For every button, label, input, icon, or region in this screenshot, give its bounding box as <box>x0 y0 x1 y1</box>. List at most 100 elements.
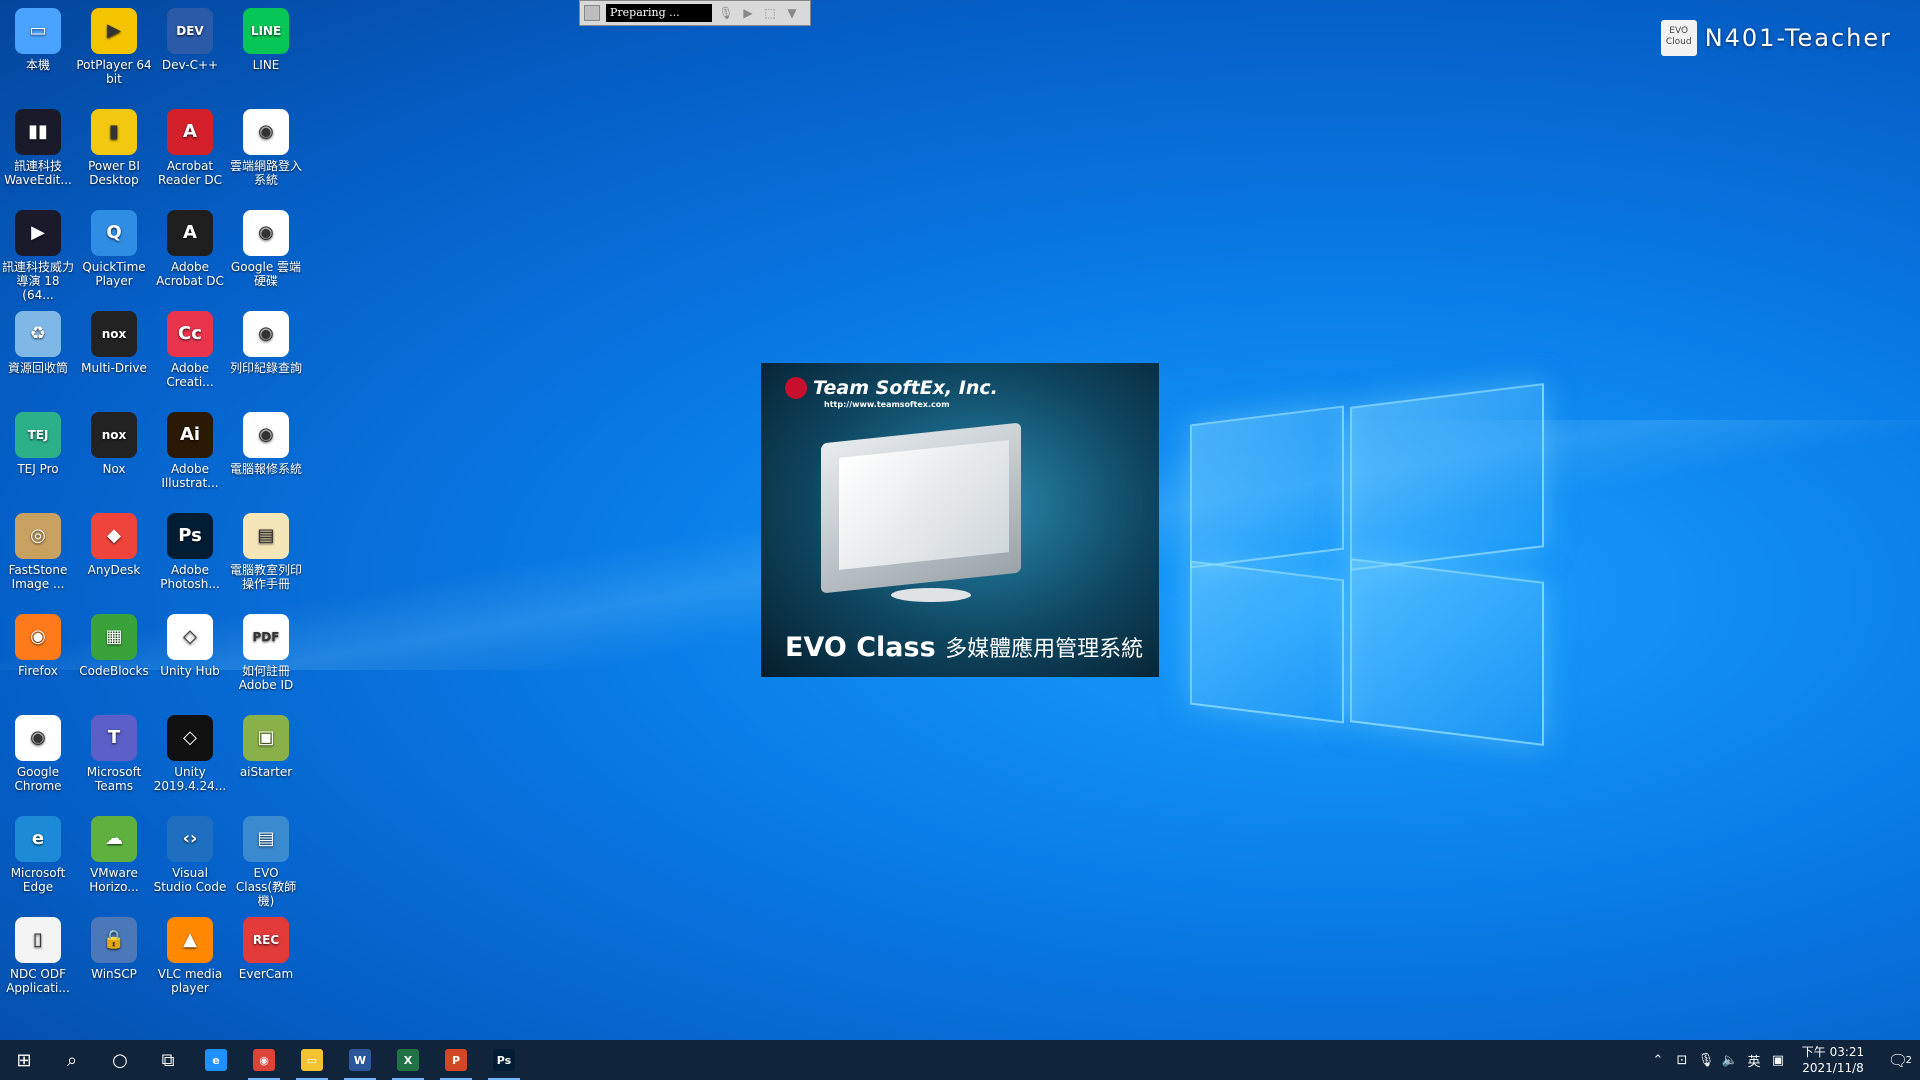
desktop-icon[interactable]: ◉ Google Chrome <box>0 709 76 807</box>
task-view-icon: ⧉ <box>161 1049 175 1071</box>
desktop-icon-label: Unity 2019.4.24... <box>153 765 227 793</box>
desktop-icon[interactable]: Ai Adobe Illustrat... <box>152 406 228 504</box>
desktop-icon[interactable]: DEV Dev-C++ <box>152 2 228 100</box>
desktop-icon[interactable]: ▮▮ 訊連科技 WaveEdit... <box>0 103 76 201</box>
taskbar-word-button[interactable]: W <box>336 1040 384 1080</box>
ime-mode-icon[interactable]: ▣ <box>1766 1053 1790 1068</box>
volume-icon[interactable]: 🔈 <box>1718 1053 1742 1068</box>
desktop-icon[interactable]: T Microsoft Teams <box>76 709 152 807</box>
desktop-icon[interactable]: ◇ Unity 2019.4.24... <box>152 709 228 807</box>
desktop-icon[interactable]: nox Multi-Drive <box>76 305 152 403</box>
desktop-icon[interactable]: Cc Adobe Creati... <box>152 305 228 403</box>
desktop-icon[interactable]: ◉ 列印紀錄查詢 <box>228 305 304 403</box>
network-icon[interactable]: ⊡ <box>1670 1053 1694 1068</box>
desktop-icon-label: QuickTime Player <box>82 260 146 288</box>
taskbar-excel-button[interactable]: X <box>384 1040 432 1080</box>
app-icon: ◉ <box>243 210 289 256</box>
desktop-icon[interactable]: ▮ Power BI Desktop <box>76 103 152 201</box>
desktop-icon[interactable]: ▯ NDC ODF Applicati... <box>0 911 76 1009</box>
desktop-icon-label: Visual Studio Code <box>153 866 227 894</box>
taskbar-chrome-button[interactable]: ◉ <box>240 1040 288 1080</box>
desktop-icon[interactable]: ◉ 雲端網路登入系統 <box>228 103 304 201</box>
desktop-icon-label: FastStone Image ... <box>8 563 68 591</box>
app-icon: ◉ <box>15 614 61 660</box>
clock[interactable]: 下午 03:21 2021/11/8 <box>1790 1044 1876 1076</box>
app-icon: ◉ <box>243 412 289 458</box>
desktop-icon[interactable]: 🔒 WinSCP <box>76 911 152 1009</box>
desktop-icon[interactable]: Ps Adobe Photosh... <box>152 507 228 605</box>
desktop-icon[interactable]: ◉ Google 雲端硬碟 <box>228 204 304 302</box>
desktop-icon-label: 訊連科技 WaveEdit... <box>4 159 72 187</box>
desktop-icon[interactable]: ◎ FastStone Image ... <box>0 507 76 605</box>
desktop-icon[interactable]: ◇ Unity Hub <box>152 608 228 706</box>
desktop-icon[interactable]: ▣ aiStarter <box>228 709 304 807</box>
splash-title-zh: 多媒體應用管理系統 <box>945 637 1144 662</box>
desktop-icon[interactable]: ▶ PotPlayer 64 bit <box>76 2 152 100</box>
desktop-icon[interactable]: A Acrobat Reader DC <box>152 103 228 201</box>
app-icon: ▮▮ <box>15 109 61 155</box>
desktop-icon-label: NDC ODF Applicati... <box>6 967 70 995</box>
taskbar-explorer-button[interactable]: ▭ <box>288 1040 336 1080</box>
desktop-icon[interactable]: ◉ 電腦報修系統 <box>228 406 304 504</box>
photoshop-icon: Ps <box>493 1049 515 1071</box>
desktop-icon-label: Adobe Acrobat DC <box>156 260 224 288</box>
taskbar-cortana-button[interactable]: ○ <box>96 1040 144 1080</box>
desktop-icon[interactable]: ◆ AnyDesk <box>76 507 152 605</box>
desktop-icon[interactable]: ▤ EVO Class(教師機) <box>228 810 304 908</box>
desktop-icon-label: Google 雲端硬碟 <box>230 260 302 288</box>
desktop-icon[interactable]: TEJ TEJ Pro <box>0 406 76 504</box>
machine-label: EVO Cloud N401-Teacher <box>1660 20 1892 56</box>
app-icon: ▮ <box>91 109 137 155</box>
ime-indicator[interactable]: 英 <box>1742 1051 1766 1070</box>
desktop-icon-label: 雲端網路登入系統 <box>229 159 302 187</box>
taskbar-photoshop-button[interactable]: Ps <box>480 1040 528 1080</box>
desktop-icon-label: Multi-Drive <box>81 361 147 375</box>
app-icon: A <box>167 210 213 256</box>
taskbar-powerpoint-button[interactable]: P <box>432 1040 480 1080</box>
desktop-icon[interactable]: Q QuickTime Player <box>76 204 152 302</box>
taskbar-search-button[interactable]: ⌕ <box>48 1040 96 1080</box>
desktop-icon[interactable]: ▤ 電腦教室列印操作手冊 <box>228 507 304 605</box>
desktop-icon[interactable]: LINE LINE <box>228 2 304 100</box>
app-icon: 🔒 <box>91 917 137 963</box>
desktop-icon-label: EverCam <box>238 967 294 981</box>
desktop-icon-label: Nox <box>102 462 126 476</box>
ie-icon: e <box>205 1049 227 1071</box>
desktop-icon[interactable]: ▭ 本機 <box>0 2 76 100</box>
microphone-icon[interactable]: 🎙 <box>1694 1053 1718 1068</box>
desktop-icon[interactable]: ◉ Firefox <box>0 608 76 706</box>
desktop-icon[interactable]: ▲ VLC media player <box>152 911 228 1009</box>
desktop-icon-label: Acrobat Reader DC <box>158 159 222 187</box>
microphone-icon[interactable]: 🎙 <box>718 5 734 21</box>
app-icon: nox <box>91 412 137 458</box>
monitor-screen <box>839 440 1009 570</box>
notification-icon[interactable]: 🗨 2 <box>1876 1051 1920 1070</box>
desktop-icon[interactable]: REC EverCam <box>228 911 304 1009</box>
desktop-icon[interactable]: ‹› Visual Studio Code <box>152 810 228 908</box>
desktop-icon[interactable]: ▶ 訊連科技威力導演 18 (64... <box>0 204 76 302</box>
taskbar-task-view-button[interactable]: ⧉ <box>144 1040 192 1080</box>
region-select-icon[interactable]: ⬚ <box>762 5 778 21</box>
desktop-icon-label: Microsoft Teams <box>86 765 142 793</box>
desktop-icon[interactable]: ♻ 資源回收筒 <box>0 305 76 403</box>
desktop-icon[interactable]: ☁ VMware Horizo... <box>76 810 152 908</box>
desktop-icon[interactable]: ▦ CodeBlocks <box>76 608 152 706</box>
monitor-stand <box>891 588 971 602</box>
app-icon: ▤ <box>243 513 289 559</box>
desktop-icon[interactable]: A Adobe Acrobat DC <box>152 204 228 302</box>
chevron-up-icon[interactable]: ⌃ <box>1646 1053 1670 1068</box>
desktop-icon-label: Google Chrome <box>14 765 62 793</box>
stop-button[interactable] <box>584 5 600 21</box>
taskbar-start-button[interactable]: ⊞ <box>0 1040 48 1080</box>
evo-cloud-logo: EVO Cloud <box>1660 20 1697 56</box>
splash-title: EVO Class 多媒體應用管理系統 <box>785 631 1143 663</box>
desktop-icon[interactable]: nox Nox <box>76 406 152 504</box>
taskbar-ie-button[interactable]: e <box>192 1040 240 1080</box>
recording-status: Preparing ... <box>606 4 712 22</box>
camera-icon[interactable]: ▶ <box>740 5 756 21</box>
chevron-down-icon[interactable]: ▼ <box>784 5 800 21</box>
app-icon: ▶ <box>91 8 137 54</box>
desktop-icon[interactable]: PDF 如何註冊 Adobe ID <box>228 608 304 706</box>
desktop-icon[interactable]: e Microsoft Edge <box>0 810 76 908</box>
app-icon: ▯ <box>15 917 61 963</box>
